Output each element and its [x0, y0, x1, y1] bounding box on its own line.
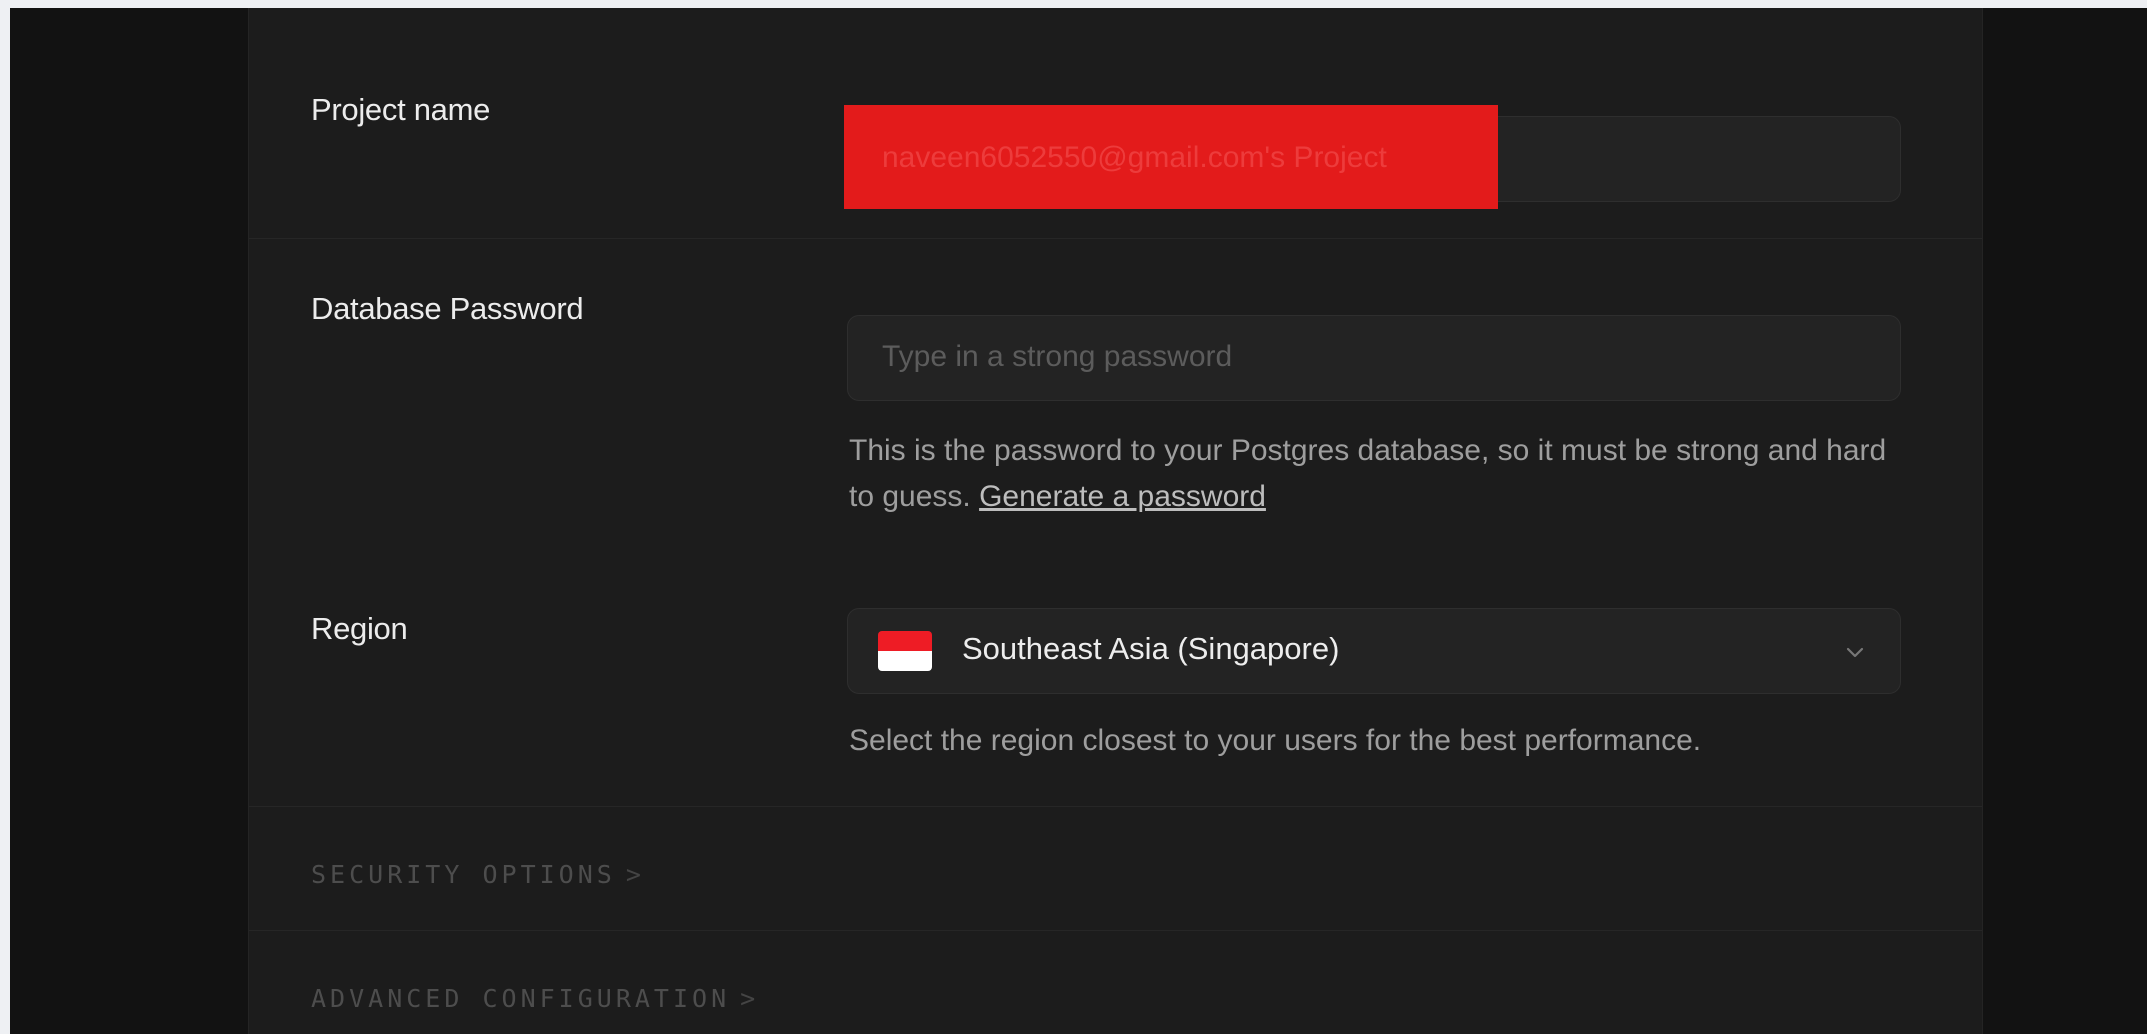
- divider: [249, 238, 1982, 239]
- security-options-label: SECURITY OPTIONS: [311, 860, 616, 889]
- singapore-flag-icon: [878, 631, 932, 671]
- project-name-value: naveen6052550@gmail.com's Project: [882, 141, 1387, 174]
- screen: Project name naveen6052550@gmail.com's P…: [10, 8, 2147, 1034]
- advanced-configuration-label: ADVANCED CONFIGURATION: [311, 984, 731, 1013]
- chevron-right-icon: >: [740, 984, 760, 1013]
- database-password-label: Database Password: [311, 291, 584, 326]
- security-options-toggle[interactable]: SECURITY OPTIONS >: [311, 860, 645, 889]
- new-project-form: Project name naveen6052550@gmail.com's P…: [248, 8, 1983, 1034]
- password-placeholder: Type in a strong password: [882, 340, 1233, 373]
- region-selected-value: Southeast Asia (Singapore): [962, 631, 1340, 666]
- database-password-input[interactable]: Type in a strong password: [847, 315, 1901, 401]
- advanced-configuration-toggle[interactable]: ADVANCED CONFIGURATION >: [311, 984, 759, 1013]
- region-select[interactable]: Southeast Asia (Singapore): [847, 608, 1901, 694]
- redaction-box: naveen6052550@gmail.com's Project: [844, 105, 1498, 209]
- generate-password-link[interactable]: Generate a password: [979, 480, 1266, 513]
- chevron-right-icon: >: [625, 860, 645, 889]
- divider: [249, 806, 1982, 807]
- password-help: This is the password to your Postgres da…: [849, 428, 1909, 520]
- region-label: Region: [311, 611, 408, 646]
- chevron-down-icon: [1846, 647, 1864, 658]
- project-name-label: Project name: [311, 92, 491, 127]
- region-help: Select the region closest to your users …: [849, 724, 1702, 757]
- divider: [249, 930, 1982, 931]
